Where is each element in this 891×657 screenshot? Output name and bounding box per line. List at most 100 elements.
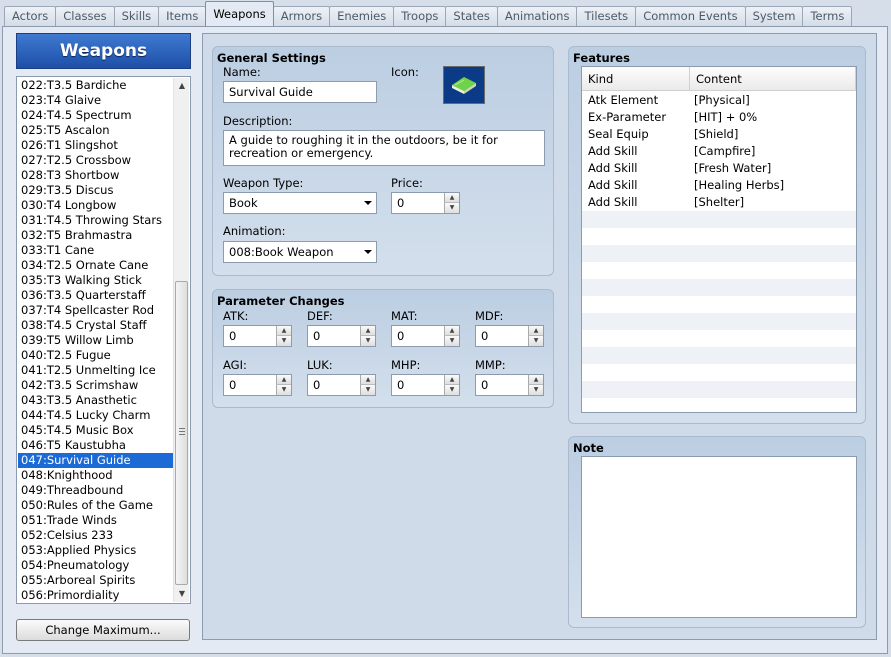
- list-item[interactable]: 033:T1 Cane: [18, 243, 173, 258]
- table-row[interactable]: [582, 347, 856, 364]
- list-item[interactable]: 047:Survival Guide: [18, 453, 173, 468]
- table-row[interactable]: [582, 330, 856, 347]
- chevron-down-icon[interactable]: ▼: [174, 586, 190, 602]
- weapon-icon-picker[interactable]: [443, 66, 485, 104]
- spin-up-icon[interactable]: ▲: [276, 326, 291, 336]
- features-table[interactable]: Kind Content Atk Element [Physical] Ex-Par…: [581, 66, 857, 413]
- list-item[interactable]: 049:Threadbound: [18, 483, 173, 498]
- description-input[interactable]: A guide to roughing it in the outdoors, …: [223, 130, 545, 166]
- list-item[interactable]: 032:T5 Brahmastra: [18, 228, 173, 243]
- spin-up-icon[interactable]: ▲: [276, 375, 291, 385]
- tab-items[interactable]: Items: [158, 6, 207, 26]
- mmp-stepper[interactable]: 0 ▲ ▼: [475, 374, 544, 396]
- list-scrollbar[interactable]: ▲ ▼: [173, 78, 189, 602]
- spin-up-icon[interactable]: ▲: [444, 193, 459, 203]
- list-item[interactable]: 029:T3.5 Discus: [18, 183, 173, 198]
- spin-down-icon[interactable]: ▼: [444, 203, 459, 213]
- tab-animations[interactable]: Animations: [496, 6, 578, 26]
- table-row[interactable]: Ex-Parameter [HIT] + 0%: [582, 109, 856, 126]
- table-row[interactable]: [582, 228, 856, 245]
- list-item[interactable]: 030:T4 Longbow: [18, 198, 173, 213]
- list-item[interactable]: 034:T2.5 Ornate Cane: [18, 258, 173, 273]
- animation-select[interactable]: 008:Book Weapon: [223, 241, 377, 263]
- list-item[interactable]: 039:T5 Willow Limb: [18, 333, 173, 348]
- list-item[interactable]: 042:T3.5 Scrimshaw: [18, 378, 173, 393]
- weapon-list[interactable]: 022:T3.5 Bardiche 023:T4 Glaive 024:T4.5 S…: [16, 76, 191, 604]
- note-textarea[interactable]: [581, 456, 857, 618]
- list-item[interactable]: 025:T5 Ascalon: [18, 123, 173, 138]
- spin-down-icon[interactable]: ▼: [444, 336, 459, 346]
- list-item[interactable]: 050:Rules of the Game: [18, 498, 173, 513]
- spin-down-icon[interactable]: ▼: [360, 336, 375, 346]
- tab-system[interactable]: System: [744, 6, 804, 26]
- table-row[interactable]: Add Skill [Healing Herbs]: [582, 177, 856, 194]
- tab-enemies[interactable]: Enemies: [329, 6, 395, 26]
- table-row[interactable]: [582, 364, 856, 381]
- table-row[interactable]: [582, 296, 856, 313]
- tab-troops[interactable]: Troops: [393, 6, 447, 26]
- table-row[interactable]: [582, 279, 856, 296]
- list-item[interactable]: 051:Trade Winds: [18, 513, 173, 528]
- table-row[interactable]: [582, 262, 856, 279]
- tab-armors[interactable]: Armors: [272, 6, 331, 26]
- tab-states[interactable]: States: [445, 6, 498, 26]
- spin-down-icon[interactable]: ▼: [360, 385, 375, 395]
- list-item[interactable]: 053:Applied Physics: [18, 543, 173, 558]
- list-item[interactable]: 041:T2.5 Unmelting Ice: [18, 363, 173, 378]
- spin-down-icon[interactable]: ▼: [528, 336, 543, 346]
- spin-up-icon[interactable]: ▲: [444, 375, 459, 385]
- weapon-type-select[interactable]: Book: [223, 192, 377, 214]
- spin-down-icon[interactable]: ▼: [444, 385, 459, 395]
- tab-tilesets[interactable]: Tilesets: [576, 6, 637, 26]
- list-item[interactable]: 043:T3.5 Anasthetic: [18, 393, 173, 408]
- list-item[interactable]: 054:Pneumatology: [18, 558, 173, 573]
- table-row[interactable]: Add Skill [Shelter]: [582, 194, 856, 211]
- list-item[interactable]: 023:T4 Glaive: [18, 93, 173, 108]
- atk-stepper[interactable]: 0 ▲ ▼: [223, 325, 292, 347]
- list-item[interactable]: 056:Primordiality: [18, 588, 173, 603]
- list-item[interactable]: 026:T1 Slingshot: [18, 138, 173, 153]
- table-row[interactable]: [582, 245, 856, 262]
- spin-down-icon[interactable]: ▼: [528, 385, 543, 395]
- list-item[interactable]: 027:T2.5 Crossbow: [18, 153, 173, 168]
- spin-down-icon[interactable]: ▼: [276, 385, 291, 395]
- mhp-stepper[interactable]: 0 ▲ ▼: [391, 374, 460, 396]
- list-item[interactable]: 055:Arboreal Spirits: [18, 573, 173, 588]
- list-item[interactable]: 052:Celsius 233: [18, 528, 173, 543]
- list-item[interactable]: 040:T2.5 Fugue: [18, 348, 173, 363]
- price-stepper[interactable]: 0 ▲ ▼: [391, 192, 460, 214]
- luk-stepper[interactable]: 0 ▲ ▼: [307, 374, 376, 396]
- list-item[interactable]: 048:Knighthood: [18, 468, 173, 483]
- list-item[interactable]: 028:T3 Shortbow: [18, 168, 173, 183]
- table-row[interactable]: [582, 313, 856, 330]
- tab-terms[interactable]: Terms: [802, 6, 853, 26]
- table-row[interactable]: [582, 381, 856, 398]
- table-row[interactable]: [582, 211, 856, 228]
- list-item[interactable]: 035:T3 Walking Stick: [18, 273, 173, 288]
- name-input[interactable]: Survival Guide: [223, 81, 377, 103]
- table-row[interactable]: [582, 398, 856, 412]
- list-item[interactable]: 046:T5 Kaustubha: [18, 438, 173, 453]
- list-item[interactable]: 044:T4.5 Lucky Charm: [18, 408, 173, 423]
- tab-skills[interactable]: Skills: [113, 6, 160, 26]
- table-row[interactable]: Add Skill [Fresh Water]: [582, 160, 856, 177]
- spin-up-icon[interactable]: ▲: [528, 375, 543, 385]
- chevron-up-icon[interactable]: ▲: [174, 78, 190, 94]
- column-header-kind[interactable]: Kind: [582, 67, 690, 91]
- list-item[interactable]: 031:T4.5 Throwing Stars: [18, 213, 173, 228]
- list-item[interactable]: 038:T4.5 Crystal Staff: [18, 318, 173, 333]
- spin-up-icon[interactable]: ▲: [528, 326, 543, 336]
- tab-common-events[interactable]: Common Events: [635, 6, 746, 26]
- column-header-content[interactable]: Content: [690, 67, 856, 91]
- table-row[interactable]: Atk Element [Physical]: [582, 92, 856, 109]
- list-item[interactable]: 036:T3.5 Quarterstaff: [18, 288, 173, 303]
- mat-stepper[interactable]: 0 ▲ ▼: [391, 325, 460, 347]
- list-item[interactable]: 045:T4.5 Music Box: [18, 423, 173, 438]
- agi-stepper[interactable]: 0 ▲ ▼: [223, 374, 292, 396]
- tab-classes[interactable]: Classes: [55, 6, 115, 26]
- list-item[interactable]: 037:T4 Spellcaster Rod: [18, 303, 173, 318]
- spin-up-icon[interactable]: ▲: [444, 326, 459, 336]
- table-row[interactable]: Add Skill [Campfire]: [582, 143, 856, 160]
- spin-down-icon[interactable]: ▼: [276, 336, 291, 346]
- spin-up-icon[interactable]: ▲: [360, 375, 375, 385]
